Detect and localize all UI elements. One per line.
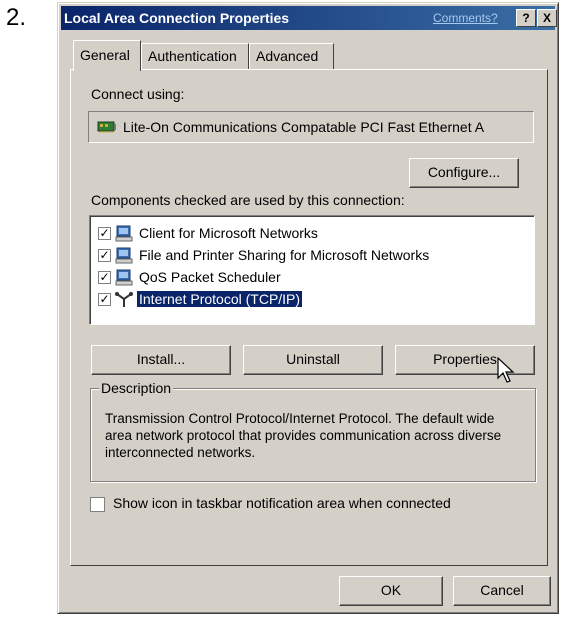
show-icon-checkbox[interactable] bbox=[90, 497, 105, 512]
component-label: QoS Packet Scheduler bbox=[139, 269, 281, 285]
protocol-icon bbox=[115, 291, 133, 311]
checkbox[interactable]: ✓ bbox=[98, 293, 111, 306]
network-card-icon bbox=[97, 120, 117, 137]
cancel-button[interactable]: Cancel bbox=[453, 576, 551, 606]
component-label: Internet Protocol (TCP/IP) bbox=[137, 291, 303, 307]
components-label: Components checked are used by this conn… bbox=[91, 192, 405, 208]
tab-general[interactable]: General bbox=[73, 40, 141, 71]
description-text: Transmission Control Protocol/Internet P… bbox=[105, 411, 502, 460]
checkbox[interactable]: ✓ bbox=[98, 227, 111, 240]
tab-authentication[interactable]: Authentication bbox=[141, 43, 249, 69]
comments-link[interactable]: Comments? bbox=[433, 11, 498, 25]
component-label: File and Printer Sharing for Microsoft N… bbox=[139, 247, 430, 263]
show-icon-label: Show icon in taskbar notification area w… bbox=[113, 495, 451, 511]
uninstall-button[interactable]: Uninstall bbox=[243, 345, 383, 375]
ok-button[interactable]: OK bbox=[339, 576, 443, 606]
mouse-pointer-icon bbox=[497, 356, 519, 388]
description-legend: Description bbox=[99, 380, 174, 396]
close-button[interactable]: X bbox=[537, 9, 557, 27]
checkbox[interactable]: ✓ bbox=[98, 249, 111, 262]
configure-button[interactable]: Configure... bbox=[409, 158, 519, 188]
help-button[interactable]: ? bbox=[516, 9, 536, 27]
component-label: Client for Microsoft Networks bbox=[139, 225, 318, 241]
tab-advanced[interactable]: Advanced bbox=[249, 43, 334, 69]
description-group: Description Transmission Control Protoco… bbox=[90, 380, 536, 482]
window-title: Local Area Connection Properties bbox=[64, 10, 290, 26]
step-number: 2. bbox=[6, 4, 27, 31]
computer-icon bbox=[115, 269, 133, 289]
title-bar[interactable]: Local Area Connection Properties Comment… bbox=[61, 6, 557, 30]
components-list[interactable]: ✓ Client for Microsoft Networks ✓ File a… bbox=[89, 215, 535, 325]
checkbox[interactable]: ✓ bbox=[98, 271, 111, 284]
computer-icon bbox=[115, 225, 133, 245]
install-button[interactable]: Install... bbox=[91, 345, 231, 375]
connect-using-label: Connect using: bbox=[91, 86, 185, 102]
adapter-name: Lite-On Communications Compatable PCI Fa… bbox=[123, 119, 485, 135]
computer-icon bbox=[115, 247, 133, 267]
adapter-field: Lite-On Communications Compatable PCI Fa… bbox=[88, 111, 534, 143]
